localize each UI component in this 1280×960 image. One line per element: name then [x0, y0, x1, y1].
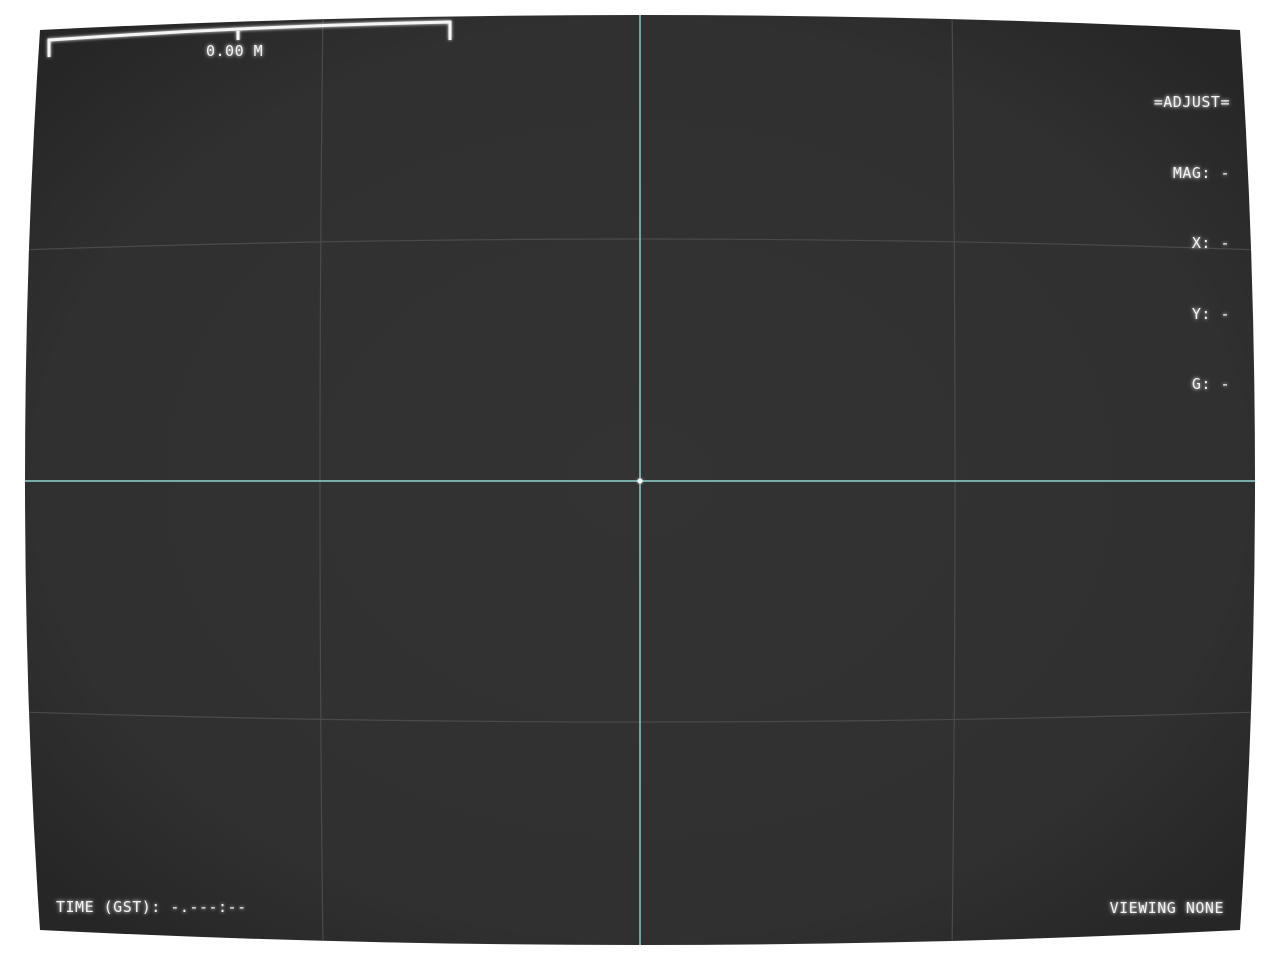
adjust-panel: =ADJUST= MAG: - X: - Y: - G: - — [1154, 44, 1230, 444]
adjust-g: G: - — [1191, 375, 1230, 393]
adjust-y: Y: - — [1191, 304, 1230, 323]
viewing-status: VIEWING NONE — [1109, 899, 1224, 917]
adjust-title: =ADJUST= — [1153, 93, 1230, 111]
adjust-mag: MAG: - — [1172, 163, 1230, 182]
crt-display: 0.00 M =ADJUST= MAG: - X: - Y: - G: - TI… — [0, 0, 1280, 960]
scale-bar-label: 0.00 M — [206, 42, 264, 60]
adjust-x: X: - — [1191, 234, 1230, 252]
crt-screen — [25, 15, 1255, 945]
crosshair-center-dot — [637, 478, 643, 484]
time-readout: TIME (GST): -.---:-- — [56, 898, 247, 916]
